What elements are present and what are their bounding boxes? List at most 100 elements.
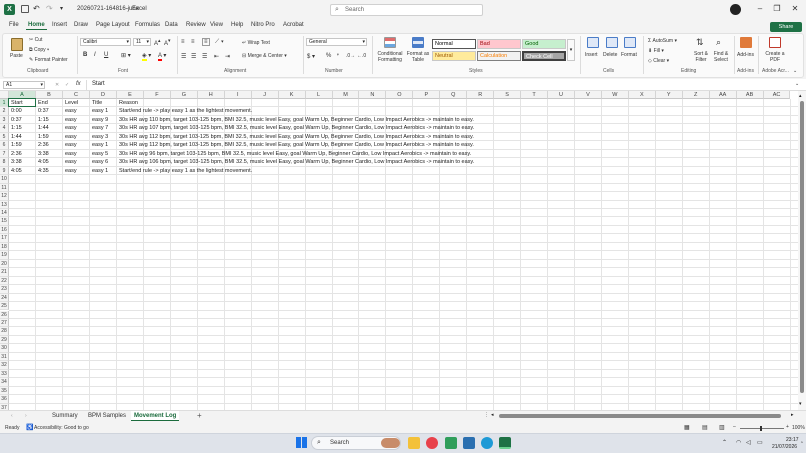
volume-icon[interactable]: ◁ <box>746 439 751 446</box>
row-header[interactable]: 28 <box>0 327 9 336</box>
row-header[interactable]: 25 <box>0 302 9 311</box>
zoom-in-icon[interactable]: + <box>786 424 789 430</box>
close-button[interactable]: ✕ <box>787 3 803 15</box>
data-cell[interactable]: 1:44 <box>36 124 49 132</box>
tab-view[interactable]: View <box>208 21 225 29</box>
column-header[interactable]: F <box>143 91 171 99</box>
style-good[interactable]: Good <box>522 39 566 49</box>
column-header[interactable]: N <box>359 91 387 99</box>
name-box[interactable]: A1 ▾ <box>3 81 45 89</box>
data-cell[interactable]: easy 9 <box>90 116 108 124</box>
data-cell[interactable]: easy <box>63 107 77 115</box>
row-header[interactable]: 16 <box>0 225 9 235</box>
data-cell[interactable]: easy 1 <box>90 107 108 115</box>
data-cell[interactable]: Start/end rule -> play easy 1 as the lig… <box>117 167 252 175</box>
row-header[interactable]: 36 <box>0 395 9 404</box>
data-cell[interactable]: easy 6 <box>90 158 108 166</box>
font-color-icon[interactable]: A ▾ <box>158 52 166 61</box>
tray-chevron-icon[interactable]: ⌃ <box>722 439 727 446</box>
tab-home[interactable]: Home <box>26 21 47 30</box>
minimize-button[interactable]: – <box>752 3 768 15</box>
data-cell[interactable]: 30s HR avg 96 bpm, target 103-125 bpm, B… <box>117 150 471 158</box>
data-cell[interactable]: 1:59 <box>36 133 49 141</box>
fill-button[interactable]: ⬇ Fill ▾ <box>648 48 664 54</box>
column-header[interactable]: B <box>36 91 63 99</box>
sheet-tab-movement-log[interactable]: Movement Log <box>131 411 180 421</box>
tab-review[interactable]: Review <box>184 21 208 29</box>
format-painter-button[interactable]: ✎ Format Painter <box>29 57 68 63</box>
column-header[interactable]: K <box>278 91 306 99</box>
data-cell[interactable]: easy <box>63 167 77 175</box>
increase-indent-icon[interactable]: ⇥ <box>225 53 230 60</box>
enter-icon[interactable]: ✓ <box>65 82 69 88</box>
data-cell[interactable]: easy <box>63 158 77 166</box>
tab-nitro-pro[interactable]: Nitro Pro <box>249 21 277 29</box>
create-pdf-button[interactable]: Create a PDF <box>762 37 788 65</box>
insert-cells-button[interactable]: Insert <box>584 37 602 65</box>
tab-formulas[interactable]: Formulas <box>133 21 162 29</box>
data-cell[interactable]: easy 1 <box>90 167 108 175</box>
styles-scroll[interactable]: ▾ <box>567 39 575 61</box>
row-header[interactable]: 13 <box>0 200 9 209</box>
insert-function-icon[interactable]: fx <box>76 81 81 87</box>
row-header[interactable]: 7 <box>0 149 9 159</box>
style-neutral[interactable]: Neutral <box>432 51 476 61</box>
row-header[interactable]: 9 <box>0 166 9 176</box>
data-cell[interactable]: easy <box>63 133 77 141</box>
row-header[interactable]: 10 <box>0 175 9 184</box>
header-cell[interactable]: Reason <box>117 99 138 107</box>
style-calculation[interactable]: Calculation <box>477 51 521 61</box>
column-header[interactable]: Q <box>440 91 468 99</box>
undo-icon[interactable]: ↶ <box>33 4 40 13</box>
sheet-options-icon[interactable]: ⋮ <box>484 412 489 418</box>
data-cell[interactable]: 1:15 <box>36 116 49 124</box>
currency-icon[interactable]: $ ▾ <box>307 53 315 60</box>
bold-button[interactable]: B <box>83 52 87 58</box>
search-box[interactable]: ⌕ Search <box>330 4 483 16</box>
column-header[interactable]: P <box>413 91 441 99</box>
sheet-tab-bpm-samples[interactable]: BPM Samples <box>85 411 129 421</box>
paste-button[interactable]: Paste <box>8 37 26 64</box>
increase-font-button[interactable]: A▴ <box>154 38 161 47</box>
start-windows-icon[interactable] <box>296 437 307 448</box>
data-cell[interactable]: 30s HR avg 110 bpm, target 103-125 bpm, … <box>117 116 474 124</box>
data-cell[interactable]: 4:05 <box>36 158 49 166</box>
normal-view-icon[interactable]: ▦ <box>684 424 690 431</box>
data-cell[interactable]: 0:37 <box>9 116 22 124</box>
align-bottom-icon[interactable]: ≡ <box>202 38 210 46</box>
page-layout-view-icon[interactable]: ▤ <box>702 424 708 431</box>
column-header[interactable]: U <box>548 91 575 99</box>
data-cell[interactable]: 3:38 <box>9 158 22 166</box>
column-header[interactable]: O <box>386 91 414 99</box>
data-cell[interactable]: 1:44 <box>9 133 22 141</box>
clear-button[interactable]: ◇ Clear ▾ <box>648 58 669 64</box>
column-header[interactable]: V <box>574 91 602 99</box>
column-header[interactable]: J <box>251 91 279 99</box>
cancel-icon[interactable]: ✕ <box>55 82 59 88</box>
comma-icon[interactable]: ❜ <box>337 53 339 60</box>
column-header[interactable]: H <box>197 91 225 99</box>
row-header[interactable]: 24 <box>0 293 9 303</box>
cut-button[interactable]: ✂ Cut <box>29 37 42 43</box>
maximize-button[interactable]: ❐ <box>769 3 785 15</box>
row-header[interactable]: 30 <box>0 344 9 353</box>
clock-date[interactable]: 21/07/2026 <box>772 444 797 450</box>
redo-icon[interactable]: ↷ <box>46 4 53 13</box>
decrease-decimal-icon[interactable]: ←.0 <box>357 53 366 59</box>
data-cell[interactable]: 1:15 <box>9 124 22 132</box>
column-header[interactable]: R <box>467 91 495 99</box>
data-cell[interactable]: easy <box>63 150 77 158</box>
row-header[interactable]: 11 <box>0 183 9 193</box>
align-center-icon[interactable]: ☰ <box>191 53 196 60</box>
row-header[interactable]: 18 <box>0 242 9 252</box>
fill-color-icon[interactable]: ◈ ▾ <box>142 52 151 61</box>
wrap-text-button[interactable]: ↵ Wrap Text <box>242 40 270 46</box>
find-select-button[interactable]: ⌕ Find & Select <box>711 37 731 65</box>
share-button[interactable]: Share <box>770 22 802 32</box>
row-header[interactable]: 12 <box>0 192 9 201</box>
file-explorer-icon[interactable] <box>408 437 420 449</box>
format-cells-button[interactable]: Format <box>621 37 639 65</box>
row-header[interactable]: 29 <box>0 335 9 345</box>
row-header[interactable]: 27 <box>0 318 9 328</box>
underline-button[interactable]: U <box>104 52 108 58</box>
